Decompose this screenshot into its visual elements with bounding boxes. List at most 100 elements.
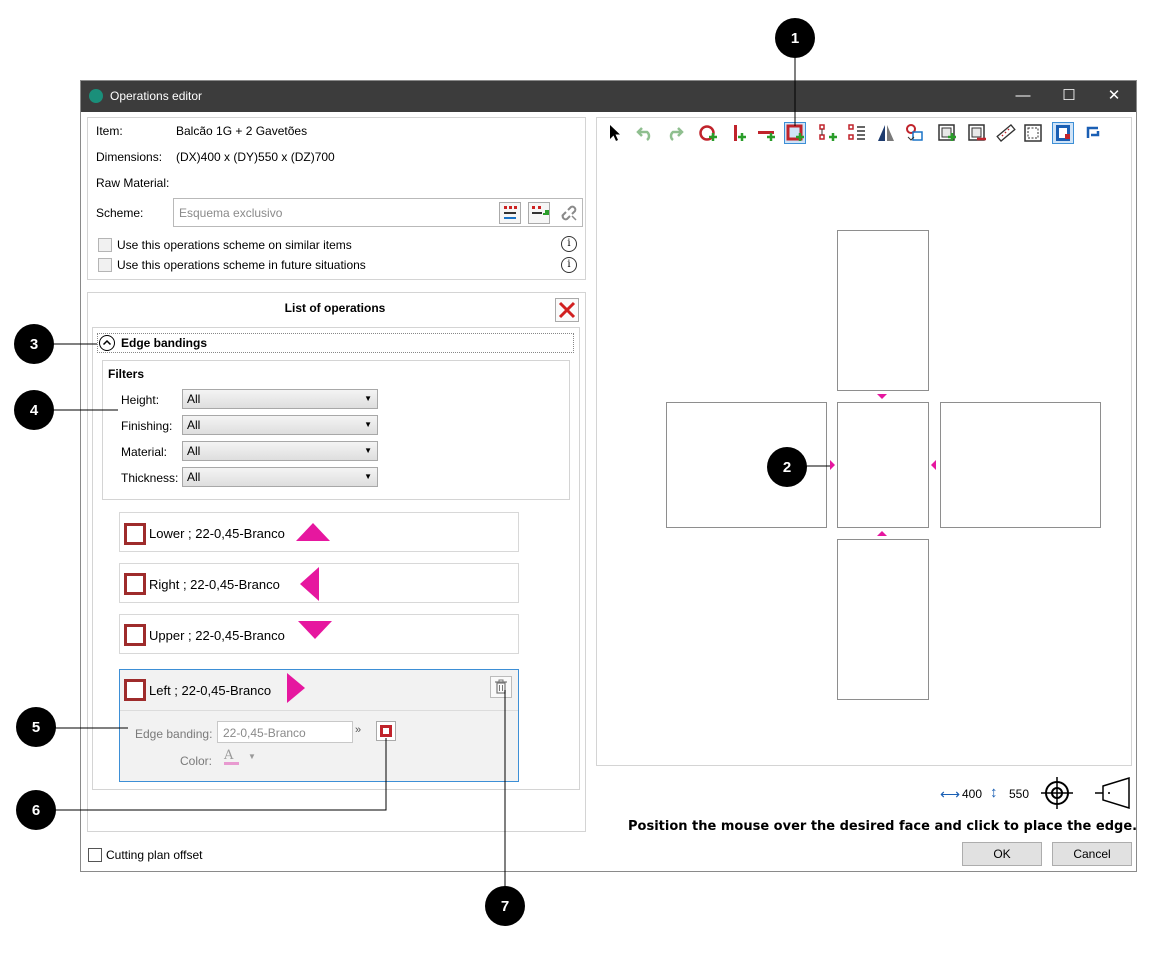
circle-add-icon — [699, 125, 717, 141]
edge-profile-button[interactable] — [376, 721, 396, 741]
perspective-icon — [1095, 776, 1130, 810]
face-right[interactable] — [940, 402, 1101, 528]
filter-material-select[interactable]: All ▼ — [182, 441, 378, 461]
add-hinge-scheme-button[interactable] — [817, 122, 839, 144]
face-top[interactable] — [837, 230, 929, 391]
pocket-add-icon — [938, 124, 956, 141]
app-icon — [89, 89, 103, 103]
dimensions-value: (DX)400 x (DY)550 x (DZ)700 — [176, 150, 335, 164]
edge-marker-top — [877, 394, 887, 399]
filter-finishing-select[interactable]: All ▼ — [182, 415, 378, 435]
add-horizontal-groove-button[interactable] — [755, 122, 777, 144]
add-drill-button[interactable] — [697, 122, 719, 144]
maximize-button[interactable]: ☐ — [1054, 86, 1084, 106]
add-vertical-groove-button[interactable] — [726, 122, 748, 144]
edge-banding-add-icon — [786, 124, 804, 141]
color-dropdown-icon[interactable]: ▼ — [248, 752, 256, 761]
edge-banding-input[interactable]: 22-0,45-Branco — [217, 721, 353, 743]
font-color-icon[interactable]: A — [224, 748, 239, 765]
cancel-button[interactable]: Cancel — [1052, 842, 1132, 866]
remove-pocket-button[interactable] — [966, 122, 988, 144]
edge-box-icon — [124, 523, 146, 545]
center-view-button[interactable] — [1039, 775, 1075, 814]
scheme-field[interactable]: Esquema exclusivo — [173, 198, 583, 227]
minimize-button[interactable]: — — [1008, 86, 1038, 106]
dimensions-button[interactable] — [1022, 122, 1044, 144]
red-x-icon — [558, 301, 576, 319]
filters-title: Filters — [108, 367, 145, 381]
arrow-right-icon — [287, 673, 305, 703]
item-label: Item: — [96, 124, 123, 138]
ok-button[interactable]: OK — [962, 842, 1042, 866]
show-edges-icon — [1056, 125, 1070, 141]
operations-list-button[interactable] — [846, 122, 868, 144]
similar-items-label: Use this operations scheme on similar it… — [117, 238, 352, 252]
info-icon[interactable]: i — [561, 236, 577, 252]
edge-box-icon — [124, 679, 146, 701]
crosshair-icon — [1041, 777, 1073, 809]
add-pocket-button[interactable] — [936, 122, 958, 144]
callout-7: 7 — [485, 886, 525, 926]
similar-items-checkbox[interactable] — [98, 238, 112, 252]
scheme-save-button[interactable] — [499, 202, 521, 224]
callout-2: 2 — [767, 447, 807, 487]
edge-banding-value: 22-0,45-Branco — [223, 726, 306, 740]
perspective-view-button[interactable] — [1093, 775, 1133, 814]
undo-button[interactable] — [634, 122, 656, 144]
arrow-left-icon — [300, 567, 319, 601]
face-center[interactable] — [837, 402, 929, 528]
close-window-button[interactable]: ✕ — [1099, 86, 1129, 106]
select-tool-button[interactable] — [604, 122, 626, 144]
scheme-add-icon — [532, 206, 551, 215]
edge-box-icon — [380, 725, 392, 737]
banding-label: Left ; 22-0,45-Branco — [149, 683, 272, 698]
filter-height-select[interactable]: All ▼ — [182, 389, 378, 409]
measure-button[interactable] — [995, 122, 1017, 144]
expand-double-chevron-icon[interactable]: » — [355, 724, 361, 736]
scheme-unlink-button[interactable] — [558, 202, 580, 224]
show-edges-toggle[interactable] — [1052, 122, 1074, 144]
banding-item-right[interactable]: Right ; 22-0,45-Branco — [119, 563, 519, 603]
redo-button[interactable] — [664, 122, 686, 144]
filter-height-value: All — [187, 392, 201, 406]
clear-operations-button[interactable] — [555, 298, 579, 322]
info-icon[interactable]: i — [561, 257, 577, 273]
copy-operations-button[interactable] — [904, 122, 926, 144]
delete-banding-button[interactable] — [490, 676, 512, 698]
edge-marker-bottom — [877, 531, 887, 536]
pocket-remove-icon — [968, 124, 986, 141]
banding-item-upper[interactable]: Upper ; 22-0,45-Branco — [119, 614, 519, 654]
mirror-icon — [878, 125, 894, 141]
dropdown-arrow-icon: ▼ — [364, 446, 372, 455]
filter-thickness-label: Thickness: — [121, 471, 179, 485]
filter-material-label: Material: — [121, 445, 168, 459]
scheme-add-button[interactable] — [528, 202, 551, 224]
arrow-down-icon — [298, 621, 332, 639]
mirror-button[interactable] — [875, 122, 897, 144]
window-title: Operations editor — [110, 89, 203, 103]
banding-item-lower[interactable]: Lower ; 22-0,45-Branco — [119, 512, 519, 552]
filter-thickness-select[interactable]: All ▼ — [182, 467, 378, 487]
face-bottom[interactable] — [837, 539, 929, 700]
edge-bandings-header[interactable]: Edge bandings — [97, 333, 574, 353]
placement-hint: Position the mouse over the desired face… — [628, 819, 1138, 834]
dimensions-label: Dimensions: — [96, 150, 163, 164]
callout-4: 4 — [14, 390, 54, 430]
rotate-view-button[interactable] — [1082, 122, 1104, 144]
collapse-chevron-icon — [99, 335, 115, 351]
add-edge-banding-button[interactable] — [784, 122, 806, 144]
copy-operations-icon — [906, 124, 923, 141]
redo-icon — [669, 127, 684, 141]
dropdown-arrow-icon: ▼ — [364, 394, 372, 403]
color-label: Color: — [180, 754, 213, 768]
cutting-plan-offset-checkbox[interactable] — [88, 848, 102, 862]
edge-marker-left — [830, 460, 835, 470]
width-arrow-icon: ⟷ — [940, 786, 961, 802]
scheme-save-icon — [504, 206, 517, 219]
banding-item-left-selected[interactable]: Left ; 22-0,45-Branco Edge banding: 22-0… — [119, 669, 519, 782]
rotate-icon — [1086, 126, 1100, 138]
future-situations-checkbox[interactable] — [98, 258, 112, 272]
banding-label: Lower ; 22-0,45-Branco — [149, 526, 285, 541]
edge-box-icon — [124, 624, 146, 646]
filter-finishing-label: Finishing: — [121, 419, 173, 433]
